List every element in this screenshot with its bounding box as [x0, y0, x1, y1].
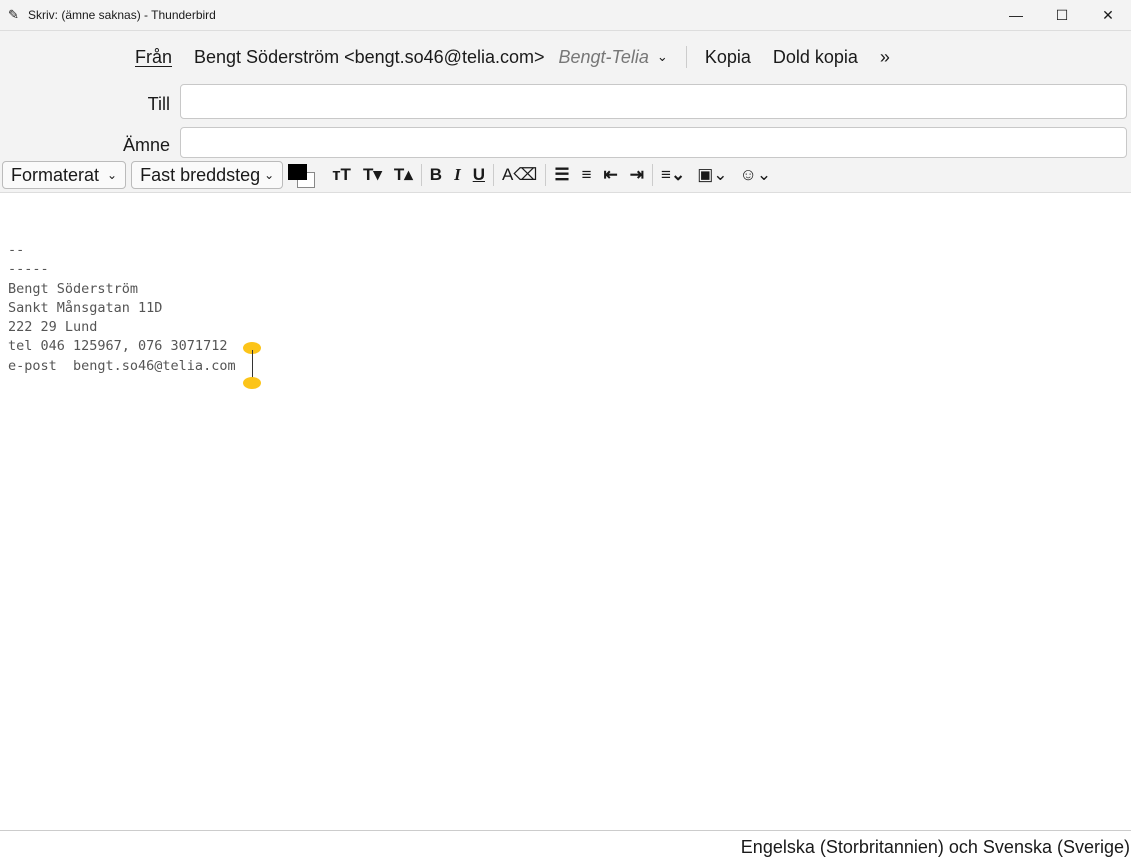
maximize-button[interactable]: ☐ [1039, 0, 1085, 30]
close-button[interactable]: ✕ [1085, 0, 1131, 30]
to-input[interactable] [180, 84, 1127, 119]
body-line: e-post bengt.so46@telia.com [8, 357, 236, 374]
format-toolbar: Formaterat ⌄ Fast breddsteg ⌄ ᴛT T▾ T▴ B I… [0, 158, 1131, 193]
paragraph-format-select[interactable]: Formaterat ⌄ [2, 161, 127, 189]
title-bar: ✎ Skriv: (ämne saknas) - Thunderbird — ☐… [0, 0, 1131, 30]
subject-label: Ämne [122, 135, 170, 155]
text-cursor [252, 350, 253, 378]
insert-image-icon[interactable]: ▣⌄ [697, 165, 727, 185]
bcc-button[interactable]: Dold kopia [773, 47, 858, 68]
from-select[interactable]: Bengt Söderström <bengt.so46@telia.com> [194, 47, 544, 68]
divider [492, 164, 494, 186]
body-line: -- [8, 242, 25, 258]
outdent-icon[interactable]: ⇤ [604, 165, 618, 185]
paragraph-format-value: Formaterat [11, 164, 100, 185]
text-color-button[interactable] [288, 162, 318, 188]
cc-button[interactable]: Kopia [705, 47, 751, 68]
divider [420, 164, 422, 186]
from-label: Från [135, 46, 173, 67]
font-value: Fast breddsteg [140, 164, 261, 185]
identity-label[interactable]: Bengt-Telia [559, 47, 649, 68]
emoji-icon[interactable]: ☺⌄ [740, 165, 772, 185]
to-label: Till [147, 94, 170, 114]
align-icon[interactable]: ≡⌄ [661, 165, 685, 185]
spellcheck-language[interactable]: Engelska (Storbritannien) och Svenska (S… [741, 837, 1130, 858]
body-line: tel 046 125967, 076 3071712 [8, 338, 228, 355]
minimize-button[interactable]: — [993, 0, 1039, 30]
body-line: Sankt Månsgatan 11D [8, 299, 163, 316]
status-bar: Engelska (Storbritannien) och Svenska (S… [0, 830, 1131, 857]
selection-handle-end[interactable] [243, 377, 261, 389]
underline-icon[interactable]: U [473, 165, 485, 185]
bullet-list-icon[interactable]: ☰ [554, 165, 569, 185]
body-line: Bengt Söderström [8, 280, 139, 297]
divider [685, 46, 687, 68]
body-line: ----- [8, 261, 49, 278]
divider [652, 164, 654, 186]
window-title: Skriv: (ämne saknas) - Thunderbird [28, 8, 216, 22]
clear-formatting-icon[interactable]: A⌫ [502, 165, 537, 185]
subject-input[interactable] [180, 127, 1127, 158]
body-line: 222 29 Lund [8, 319, 98, 336]
bold-icon[interactable]: B [430, 165, 442, 185]
indent-icon[interactable]: ⇥ [630, 165, 644, 185]
chevron-down-icon[interactable]: ⌄ [657, 49, 668, 65]
message-body[interactable]: -- ----- Bengt Söderström Sankt Månsgatan 1… [8, 241, 236, 376]
compose-header: Från Bengt Söderström <bengt.so46@telia.… [0, 30, 1131, 161]
font-select[interactable]: Fast breddsteg ⌄ [131, 161, 284, 189]
divider [545, 164, 547, 186]
numbered-list-icon[interactable]: ≡ [582, 165, 592, 185]
font-size-reset-icon[interactable]: ᴛT [332, 165, 351, 185]
pencil-icon: ✎ [8, 7, 19, 22]
italic-icon[interactable]: I [454, 165, 461, 185]
font-smaller-icon[interactable]: T▾ [363, 165, 382, 185]
font-larger-icon[interactable]: T▴ [394, 165, 413, 185]
more-fields-button[interactable]: » [880, 47, 890, 68]
